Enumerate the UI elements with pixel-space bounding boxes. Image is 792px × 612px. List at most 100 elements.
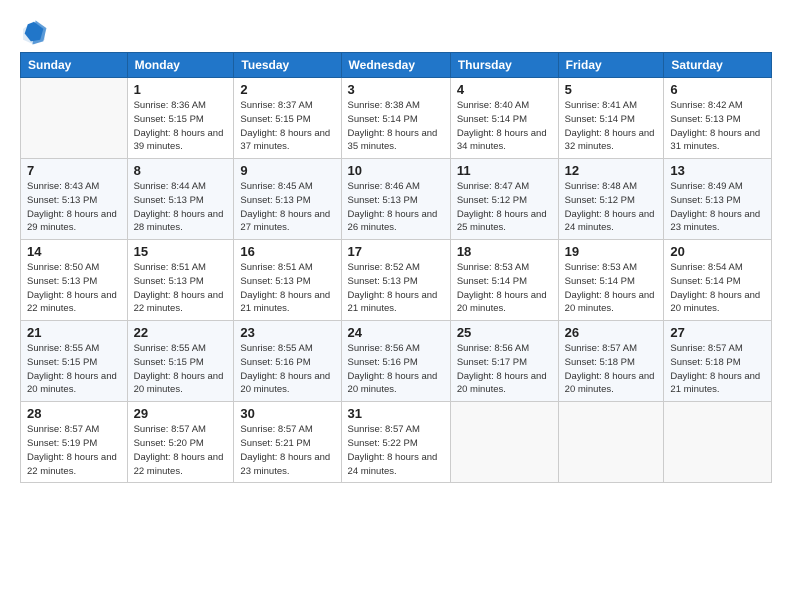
logo-icon xyxy=(20,18,48,46)
day-number: 19 xyxy=(565,244,658,259)
calendar-cell: 1Sunrise: 8:36 AMSunset: 5:15 PMDaylight… xyxy=(127,78,234,159)
calendar-cell: 7Sunrise: 8:43 AMSunset: 5:13 PMDaylight… xyxy=(21,159,128,240)
sunrise-text: Sunrise: 8:41 AM xyxy=(565,100,637,111)
sunrise-text: Sunrise: 8:55 AM xyxy=(27,343,99,354)
sunset-text: Sunset: 5:15 PM xyxy=(240,114,310,125)
daylight-text: Daylight: 8 hours and 34 minutes. xyxy=(457,128,547,153)
calendar-cell: 19Sunrise: 8:53 AMSunset: 5:14 PMDayligh… xyxy=(558,240,664,321)
sunset-text: Sunset: 5:14 PM xyxy=(348,114,418,125)
day-number: 27 xyxy=(670,325,765,340)
calendar-cell: 18 Sunrise: 8:53 AMSunset: 5:14 PMDayligh… xyxy=(450,240,558,321)
calendar-cell: 20Sunrise: 8:54 AMSunset: 5:14 PMDayligh… xyxy=(664,240,772,321)
calendar-cell: 15Sunrise: 8:51 AMSunset: 5:13 PMDayligh… xyxy=(127,240,234,321)
daylight-text: Daylight: 8 hours and 20 minutes. xyxy=(134,371,224,396)
sunrise-text: Sunrise: 8:57 AM xyxy=(670,343,742,354)
day-info: Sunrise: 8:40 AMSunset: 5:14 PMDaylight:… xyxy=(457,99,552,154)
sunrise-text: Sunrise: 8:55 AM xyxy=(240,343,312,354)
calendar-week-row: 28Sunrise: 8:57 AMSunset: 5:19 PMDayligh… xyxy=(21,402,772,483)
sunset-text: Sunset: 5:14 PM xyxy=(565,276,635,287)
day-info: Sunrise: 8:55 AMSunset: 5:16 PMDaylight:… xyxy=(240,342,334,397)
sunrise-text: Sunrise: 8:56 AM xyxy=(457,343,529,354)
day-info: Sunrise: 8:42 AMSunset: 5:13 PMDaylight:… xyxy=(670,99,765,154)
calendar-cell: 8Sunrise: 8:44 AMSunset: 5:13 PMDaylight… xyxy=(127,159,234,240)
daylight-text: Daylight: 8 hours and 22 minutes. xyxy=(134,290,224,315)
daylight-text: Daylight: 8 hours and 39 minutes. xyxy=(134,128,224,153)
sunset-text: Sunset: 5:15 PM xyxy=(27,357,97,368)
sunrise-text: Sunrise: 8:48 AM xyxy=(565,181,637,192)
daylight-text: Daylight: 8 hours and 21 minutes. xyxy=(670,371,760,396)
calendar-cell: 23 Sunrise: 8:55 AMSunset: 5:16 PMDayligh… xyxy=(234,321,341,402)
day-info: Sunrise: 8:57 AMSunset: 5:19 PMDaylight:… xyxy=(27,423,121,478)
page: SundayMondayTuesdayWednesdayThursdayFrid… xyxy=(0,0,792,612)
sunset-text: Sunset: 5:13 PM xyxy=(670,114,740,125)
day-info: Sunrise: 8:53 AMSunset: 5:14 PMDaylight:… xyxy=(457,261,552,316)
day-number: 21 xyxy=(27,325,121,340)
calendar-cell: 28Sunrise: 8:57 AMSunset: 5:19 PMDayligh… xyxy=(21,402,128,483)
sunrise-text: Sunrise: 8:57 AM xyxy=(348,424,420,435)
day-number: 10 xyxy=(348,163,444,178)
daylight-text: Daylight: 8 hours and 23 minutes. xyxy=(240,452,330,477)
day-info: Sunrise: 8:46 AMSunset: 5:13 PMDaylight:… xyxy=(348,180,444,235)
sunset-text: Sunset: 5:22 PM xyxy=(348,438,418,449)
daylight-text: Daylight: 8 hours and 20 minutes. xyxy=(457,371,547,396)
day-info: Sunrise: 8:38 AMSunset: 5:14 PMDaylight:… xyxy=(348,99,444,154)
sunset-text: Sunset: 5:12 PM xyxy=(457,195,527,206)
day-number: 6 xyxy=(670,82,765,97)
day-info: Sunrise: 8:51 AMSunset: 5:13 PMDaylight:… xyxy=(240,261,334,316)
day-info: Sunrise: 8:57 AMSunset: 5:21 PMDaylight:… xyxy=(240,423,334,478)
day-number: 9 xyxy=(240,163,334,178)
daylight-text: Daylight: 8 hours and 20 minutes. xyxy=(240,371,330,396)
day-info: Sunrise: 8:48 AMSunset: 5:12 PMDaylight:… xyxy=(565,180,658,235)
day-info: Sunrise: 8:43 AMSunset: 5:13 PMDaylight:… xyxy=(27,180,121,235)
sunrise-text: Sunrise: 8:52 AM xyxy=(348,262,420,273)
sunrise-text: Sunrise: 8:40 AM xyxy=(457,100,529,111)
day-info: Sunrise: 8:57 AMSunset: 5:22 PMDaylight:… xyxy=(348,423,444,478)
calendar-cell: 2Sunrise: 8:37 AMSunset: 5:15 PMDaylight… xyxy=(234,78,341,159)
calendar-cell: 10 Sunrise: 8:46 AMSunset: 5:13 PMDayligh… xyxy=(341,159,450,240)
sunrise-text: Sunrise: 8:51 AM xyxy=(134,262,206,273)
daylight-text: Daylight: 8 hours and 27 minutes. xyxy=(240,209,330,234)
day-info: Sunrise: 8:41 AMSunset: 5:14 PMDaylight:… xyxy=(565,99,658,154)
day-number: 3 xyxy=(348,82,444,97)
sunset-text: Sunset: 5:13 PM xyxy=(670,195,740,206)
calendar-week-row: 21 Sunrise: 8:55 AM Sunset: 5:15 PM Dayligh… xyxy=(21,321,772,402)
day-number: 30 xyxy=(240,406,334,421)
sunset-text: Sunset: 5:13 PM xyxy=(27,276,97,287)
calendar-cell: 27 Sunrise: 8:57 AMSunset: 5:18 PMDayligh… xyxy=(664,321,772,402)
weekday-header-monday: Monday xyxy=(127,53,234,78)
day-number: 25 xyxy=(457,325,552,340)
daylight-text: Daylight: 8 hours and 35 minutes. xyxy=(348,128,438,153)
day-number: 12 xyxy=(565,163,658,178)
calendar-cell xyxy=(21,78,128,159)
sunrise-text: Sunrise: 8:56 AM xyxy=(348,343,420,354)
calendar-week-row: 14Sunrise: 8:50 AMSunset: 5:13 PMDayligh… xyxy=(21,240,772,321)
daylight-text: Daylight: 8 hours and 20 minutes. xyxy=(457,290,547,315)
daylight-text: Daylight: 8 hours and 20 minutes. xyxy=(565,290,655,315)
calendar-header-row: SundayMondayTuesdayWednesdayThursdayFrid… xyxy=(21,53,772,78)
daylight-text: Daylight: 8 hours and 22 minutes. xyxy=(134,452,224,477)
sunset-text: Sunset: 5:14 PM xyxy=(457,276,527,287)
sunset-text: Sunset: 5:16 PM xyxy=(348,357,418,368)
day-info: Sunrise: 8:45 AMSunset: 5:13 PMDaylight:… xyxy=(240,180,334,235)
day-info: Sunrise: 8:57 AMSunset: 5:18 PMDaylight:… xyxy=(670,342,765,397)
day-number: 24 xyxy=(348,325,444,340)
day-number: 15 xyxy=(134,244,228,259)
day-number: 18 xyxy=(457,244,552,259)
day-number: 11 xyxy=(457,163,552,178)
calendar-cell: 21 Sunrise: 8:55 AM Sunset: 5:15 PM Dayligh… xyxy=(21,321,128,402)
day-number: 23 xyxy=(240,325,334,340)
calendar-cell: 17Sunrise: 8:52 AMSunset: 5:13 PMDayligh… xyxy=(341,240,450,321)
daylight-text: Daylight: 8 hours and 20 minutes. xyxy=(27,371,117,396)
weekday-header-saturday: Saturday xyxy=(664,53,772,78)
day-info: Sunrise: 8:57 AMSunset: 5:18 PMDaylight:… xyxy=(565,342,658,397)
daylight-text: Daylight: 8 hours and 20 minutes. xyxy=(670,290,760,315)
calendar-cell: 31Sunrise: 8:57 AMSunset: 5:22 PMDayligh… xyxy=(341,402,450,483)
calendar-cell: 22Sunrise: 8:55 AMSunset: 5:15 PMDayligh… xyxy=(127,321,234,402)
sunset-text: Sunset: 5:19 PM xyxy=(27,438,97,449)
sunset-text: Sunset: 5:17 PM xyxy=(457,357,527,368)
sunrise-text: Sunrise: 8:51 AM xyxy=(240,262,312,273)
sunrise-text: Sunrise: 8:37 AM xyxy=(240,100,312,111)
calendar-cell: 30 Sunrise: 8:57 AMSunset: 5:21 PMDayligh… xyxy=(234,402,341,483)
calendar-cell: 11Sunrise: 8:47 AMSunset: 5:12 PMDayligh… xyxy=(450,159,558,240)
day-info: Sunrise: 8:57 AMSunset: 5:20 PMDaylight:… xyxy=(134,423,228,478)
